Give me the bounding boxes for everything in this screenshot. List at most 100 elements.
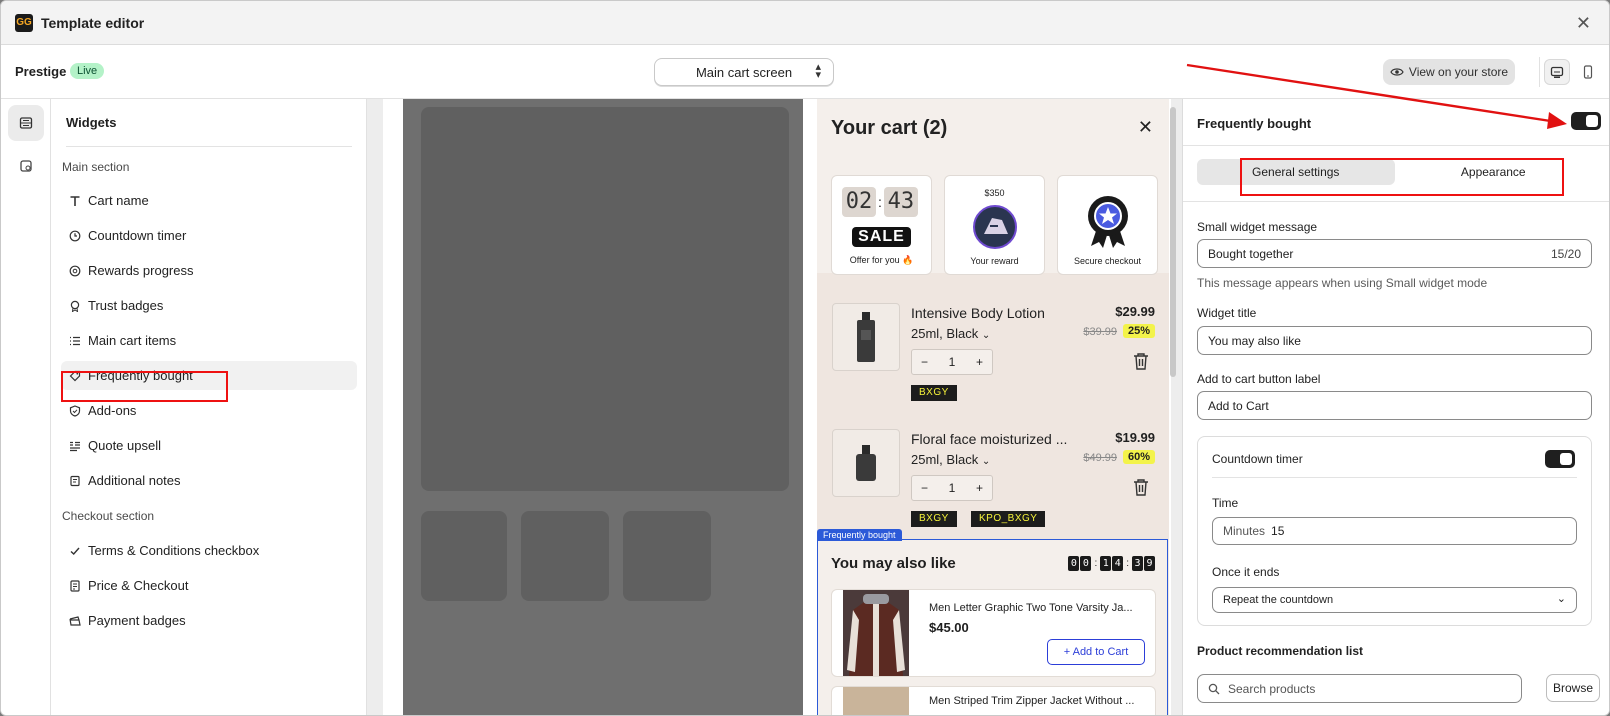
product-image [843,687,909,715]
editor-toolbar: Prestige Live Main cart screen ▴ ▾ View o… [1,45,1609,99]
widget-enable-toggle[interactable] [1571,112,1601,130]
timer-digit: 9 [1144,556,1155,571]
widget-item-terms-checkbox[interactable]: Terms & Conditions checkbox [61,536,357,565]
item-name: Intensive Body Lotion [911,305,1045,321]
offer-badge: 02 : 43 SALE Offer for you 🔥 [831,175,932,275]
updown-icon: ▴ ▾ [815,61,821,81]
widget-item-additional-notes[interactable]: Additional notes [61,466,357,495]
close-window-icon[interactable]: ✕ [1576,13,1591,34]
main-section-label: Main section [62,160,130,174]
timer-digit: 1 [1100,556,1112,571]
discount-code-tag: BXGY [911,385,957,401]
badge-icon [70,300,80,312]
widget-item-trust-badges[interactable]: Trust badges [61,291,357,320]
template-editor-window: GG Template editor ✕ Prestige Live Main … [0,0,1610,716]
secure-badge: Secure checkout [1057,175,1158,275]
small-message-input[interactable]: Bought together 15/20 [1197,239,1592,268]
preview-scrollbar[interactable] [1170,107,1176,377]
settings-title: Frequently bought [1197,116,1312,131]
widget-item-label: Add-ons [88,403,137,418]
item-name: Floral face moisturized ... [911,431,1068,447]
tab-general-settings[interactable]: General settings [1197,159,1395,185]
time-input[interactable]: Minutes 15 [1212,517,1577,545]
widgets-title: Widgets [66,115,117,130]
timer-digit: 0 [1068,556,1080,571]
item-price: $29.99 [1115,304,1155,319]
widget-item-price-checkout[interactable]: Price & Checkout [61,571,357,600]
card-divider [1212,477,1577,478]
trash-icon[interactable] [1133,478,1149,496]
placeholder-block [521,511,609,601]
app-logo: GG [15,13,33,32]
widgets-panel: Widgets Main section Cart name Countdown… [51,99,367,715]
rail-widgets-button[interactable] [8,105,44,141]
promo-timer: 02 : 43 [842,187,918,217]
frequently-bought-widget[interactable]: Frequently bought You may also like 0 0 … [817,529,1168,715]
item-variant[interactable]: 25ml, Black ⌄ [911,452,990,467]
timer-digit: 4 [1112,556,1124,571]
desktop-view-button[interactable] [1544,59,1570,85]
tab-appearance[interactable]: Appearance [1395,159,1593,185]
placeholder-block [421,107,789,491]
countdown-settings-card: Countdown timer Time Minutes 15 Once it … [1197,436,1592,626]
view-on-store-button[interactable]: View on your store [1383,59,1515,85]
timer-seconds: 43 [883,187,918,217]
item-variant-value: 25ml, Black [911,452,979,467]
cart-header: Your cart (2) ✕ [817,99,1169,161]
secure-caption: Secure checkout [1073,256,1142,266]
item-variant-value: 25ml, Black [911,326,979,341]
minus-button[interactable]: − [921,481,928,495]
plus-button[interactable]: + [976,481,983,495]
mobile-view-button[interactable] [1576,59,1601,85]
atc-label-label: Add to cart button label [1197,372,1321,386]
quantity-stepper: − 1 + [911,349,993,375]
item-variant[interactable]: 25ml, Black ⌄ [911,326,990,341]
widget-item-rewards-progress[interactable]: Rewards progress [61,256,357,285]
widget-item-quote-upsell[interactable]: Quote upsell [61,431,357,460]
atc-label-input[interactable]: Add to Cart [1197,391,1592,420]
plus-button[interactable]: + [976,355,983,369]
search-icon [1208,683,1220,694]
widget-title-input[interactable]: You may also like [1197,326,1592,355]
widget-title-value: You may also like [1208,333,1301,348]
item-discount-badge: 25% [1122,324,1155,338]
item-thumbnail [832,303,900,371]
screen-select-value: Main cart screen [695,64,793,80]
widget-item-countdown-timer[interactable]: Countdown timer [61,221,357,250]
reward-caption: Your reward [970,256,1019,266]
placeholder-block [421,511,507,601]
browse-button[interactable]: Browse [1546,674,1600,702]
search-products-input[interactable]: Search products [1197,674,1522,703]
item-price: $19.99 [1115,430,1155,445]
once-ends-select[interactable]: Repeat the countdown ⌄ [1212,587,1577,613]
fb-title: You may also like [831,555,956,572]
trash-icon[interactable] [1133,352,1149,370]
cart-close-icon[interactable]: ✕ [1138,117,1153,138]
screen-select[interactable]: Main cart screen ▴ ▾ [654,58,834,86]
add-to-cart-button[interactable]: + Add to Cart [1047,639,1145,665]
countdown-label: Countdown timer [1212,452,1303,466]
sale-tag: SALE [852,227,911,247]
small-message-label: Small widget message [1197,220,1318,234]
widget-item-label: Cart name [88,193,149,208]
time-value: 15 [1271,524,1285,538]
fb-countdown: 0 0 : 1 4 : 3 9 [1068,556,1155,571]
checkout-section-label: Checkout section [62,509,155,523]
discount-code-tag: BXGY [911,511,957,527]
widget-item-add-ons[interactable]: Add-ons [61,396,357,425]
cart-item: Intensive Body Lotion 25ml, Black ⌄ $29.… [817,289,1169,415]
desktop-icon [1550,66,1563,78]
quantity-value: 1 [948,481,956,495]
widget-item-label: Quote upsell [88,438,161,453]
payment-icon [69,615,81,626]
widget-item-frequently-bought[interactable]: Frequently bought [61,361,357,390]
minus-button[interactable]: − [921,355,928,369]
widget-item-cart-name[interactable]: Cart name [61,186,357,215]
countdown-toggle[interactable] [1545,450,1575,468]
widget-item-payment-badges[interactable]: Payment badges [61,606,357,635]
widget-item-label: Trust badges [88,298,164,313]
rail-styles-button[interactable] [8,148,44,184]
note-icon [70,475,80,486]
widget-item-main-cart-items[interactable]: Main cart items [61,326,357,355]
placeholder-block [623,511,711,601]
